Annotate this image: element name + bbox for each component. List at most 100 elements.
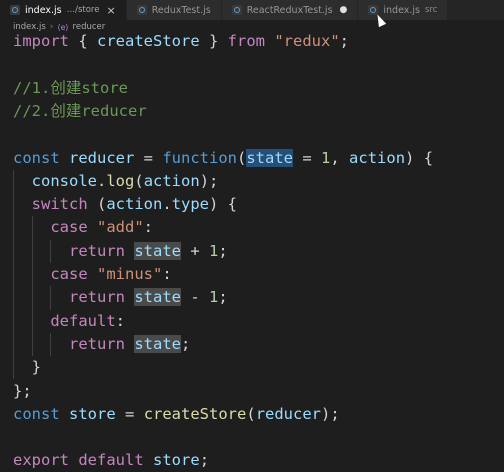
code-token: ( — [246, 404, 256, 423]
code-token: 1 — [209, 241, 219, 260]
code-token: }; — [13, 381, 32, 400]
code-token: - — [181, 288, 210, 307]
code-token: ( — [134, 171, 144, 190]
code-line: //1.创建store — [13, 77, 128, 100]
code-token: ; — [218, 288, 228, 307]
javascript-file-icon — [136, 5, 147, 15]
code-token: "add" — [97, 218, 144, 237]
code-line: case "minus": — [13, 263, 172, 286]
code-line: import { createStore } from "redux"; — [13, 30, 349, 53]
code-line: const reducer = function(state = 1, acti… — [13, 147, 433, 170]
code-token: } — [199, 32, 228, 50]
code-token: . — [97, 171, 107, 190]
code-token: ( — [237, 148, 247, 167]
indent-guide — [13, 169, 14, 380]
code-line: console.log(action); — [13, 170, 219, 193]
code-token: createStore — [97, 32, 200, 50]
code-token: . — [162, 195, 172, 214]
code-token: const — [13, 404, 60, 423]
code-line: }; — [13, 380, 32, 403]
code-token: createStore — [143, 404, 247, 423]
tab-label: index.js — [25, 4, 62, 16]
code-token: //2.创建reducer — [13, 101, 147, 120]
tab-reduxtest[interactable]: ReduxTest.js — [126, 0, 222, 20]
code-token: state — [246, 148, 294, 167]
code-token: + — [181, 241, 210, 260]
code-token: return — [69, 241, 125, 260]
code-token: function — [162, 148, 237, 167]
code-line: default: — [13, 310, 125, 333]
code-token: "minus" — [97, 265, 163, 283]
code-token: ); — [199, 171, 219, 190]
code-line: export default store; — [13, 449, 209, 472]
tab-index-store[interactable]: index.js …/store × — [0, 0, 127, 20]
code-token: = — [134, 148, 163, 167]
code-token: = — [115, 404, 144, 423]
code-token: store — [69, 404, 116, 423]
code-editor[interactable]: import { createStore } from "redux"; //1.… — [0, 24, 504, 472]
code-token: { — [69, 32, 97, 50]
indent-guide — [50, 286, 52, 310]
tab-label: index.js — [383, 4, 420, 16]
code-line: return state; — [13, 333, 190, 356]
code-token: state — [134, 241, 182, 260]
code-token: ) { — [209, 195, 238, 214]
code-token: ; — [181, 334, 191, 353]
code-token: default — [78, 451, 144, 470]
code-token: : — [115, 311, 125, 330]
javascript-file-icon — [231, 5, 242, 15]
code-token: export — [13, 451, 69, 470]
tab-index-src[interactable]: index.js src — [358, 0, 449, 20]
code-token: ; — [199, 451, 210, 470]
code-token: from — [227, 32, 265, 50]
code-token: : — [162, 265, 172, 283]
code-token: } — [31, 358, 42, 377]
indent-guide — [50, 332, 52, 357]
javascript-file-icon — [10, 5, 20, 15]
code-line: switch (action.type) { — [13, 193, 237, 216]
code-token: console — [31, 171, 97, 190]
close-icon[interactable]: × — [106, 4, 115, 17]
unsaved-dot-icon: ● — [339, 5, 348, 15]
indent-guide — [50, 239, 52, 263]
code-token: state — [134, 288, 182, 307]
code-token: action — [143, 171, 200, 190]
code-token: //1.创建store — [13, 78, 128, 97]
tab-description: …/store — [66, 5, 100, 15]
code-token: ); — [321, 404, 340, 423]
code-line: } — [13, 356, 41, 379]
code-token: return — [69, 288, 125, 307]
indent-guide — [31, 216, 33, 357]
code-token: switch — [31, 195, 88, 214]
code-token: case — [50, 265, 88, 283]
tab-description: src — [424, 5, 438, 15]
code-token: default — [50, 311, 116, 330]
code-line: return state - 1; — [13, 286, 228, 309]
code-token: reducer — [69, 148, 135, 167]
code-token: 1 — [321, 148, 331, 167]
code-token: return — [69, 334, 125, 353]
tab-reactreduxtest[interactable]: ReactReduxTest.js ● — [221, 0, 359, 20]
code-token: = — [293, 148, 322, 167]
code-line: //2.创建reducer — [13, 100, 147, 123]
editor-tab-bar: index.js …/store × ReduxTest.js ReactReduxTe… — [0, 0, 504, 20]
code-token: 1 — [209, 288, 219, 307]
tab-label: ReactReduxTest.js — [246, 4, 333, 16]
code-token: case — [50, 218, 88, 237]
code-token: action — [349, 148, 406, 167]
code-token: state — [134, 334, 182, 353]
